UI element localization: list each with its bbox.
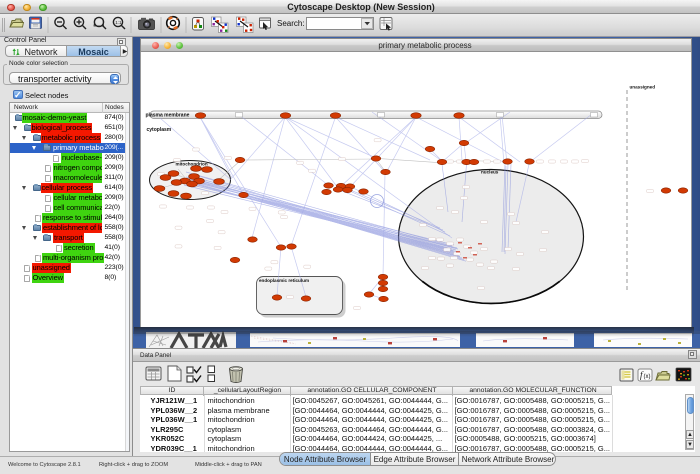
svg-text:plasma membrane: plasma membrane xyxy=(146,113,190,119)
svg-text:1:1: 1:1 xyxy=(115,20,122,25)
svg-text:endoplasmic reticulum: endoplasmic reticulum xyxy=(259,278,309,283)
svg-text:Search:: Search: xyxy=(277,19,305,28)
svg-text:mitochondrion: mitochondrion xyxy=(176,162,208,167)
svg-text:(x): (x) xyxy=(644,374,651,380)
svg-text:nucleus: nucleus xyxy=(481,170,499,175)
svg-text:cytoplasm: cytoplasm xyxy=(147,127,172,133)
svg-text:unassigned: unassigned xyxy=(630,85,656,90)
